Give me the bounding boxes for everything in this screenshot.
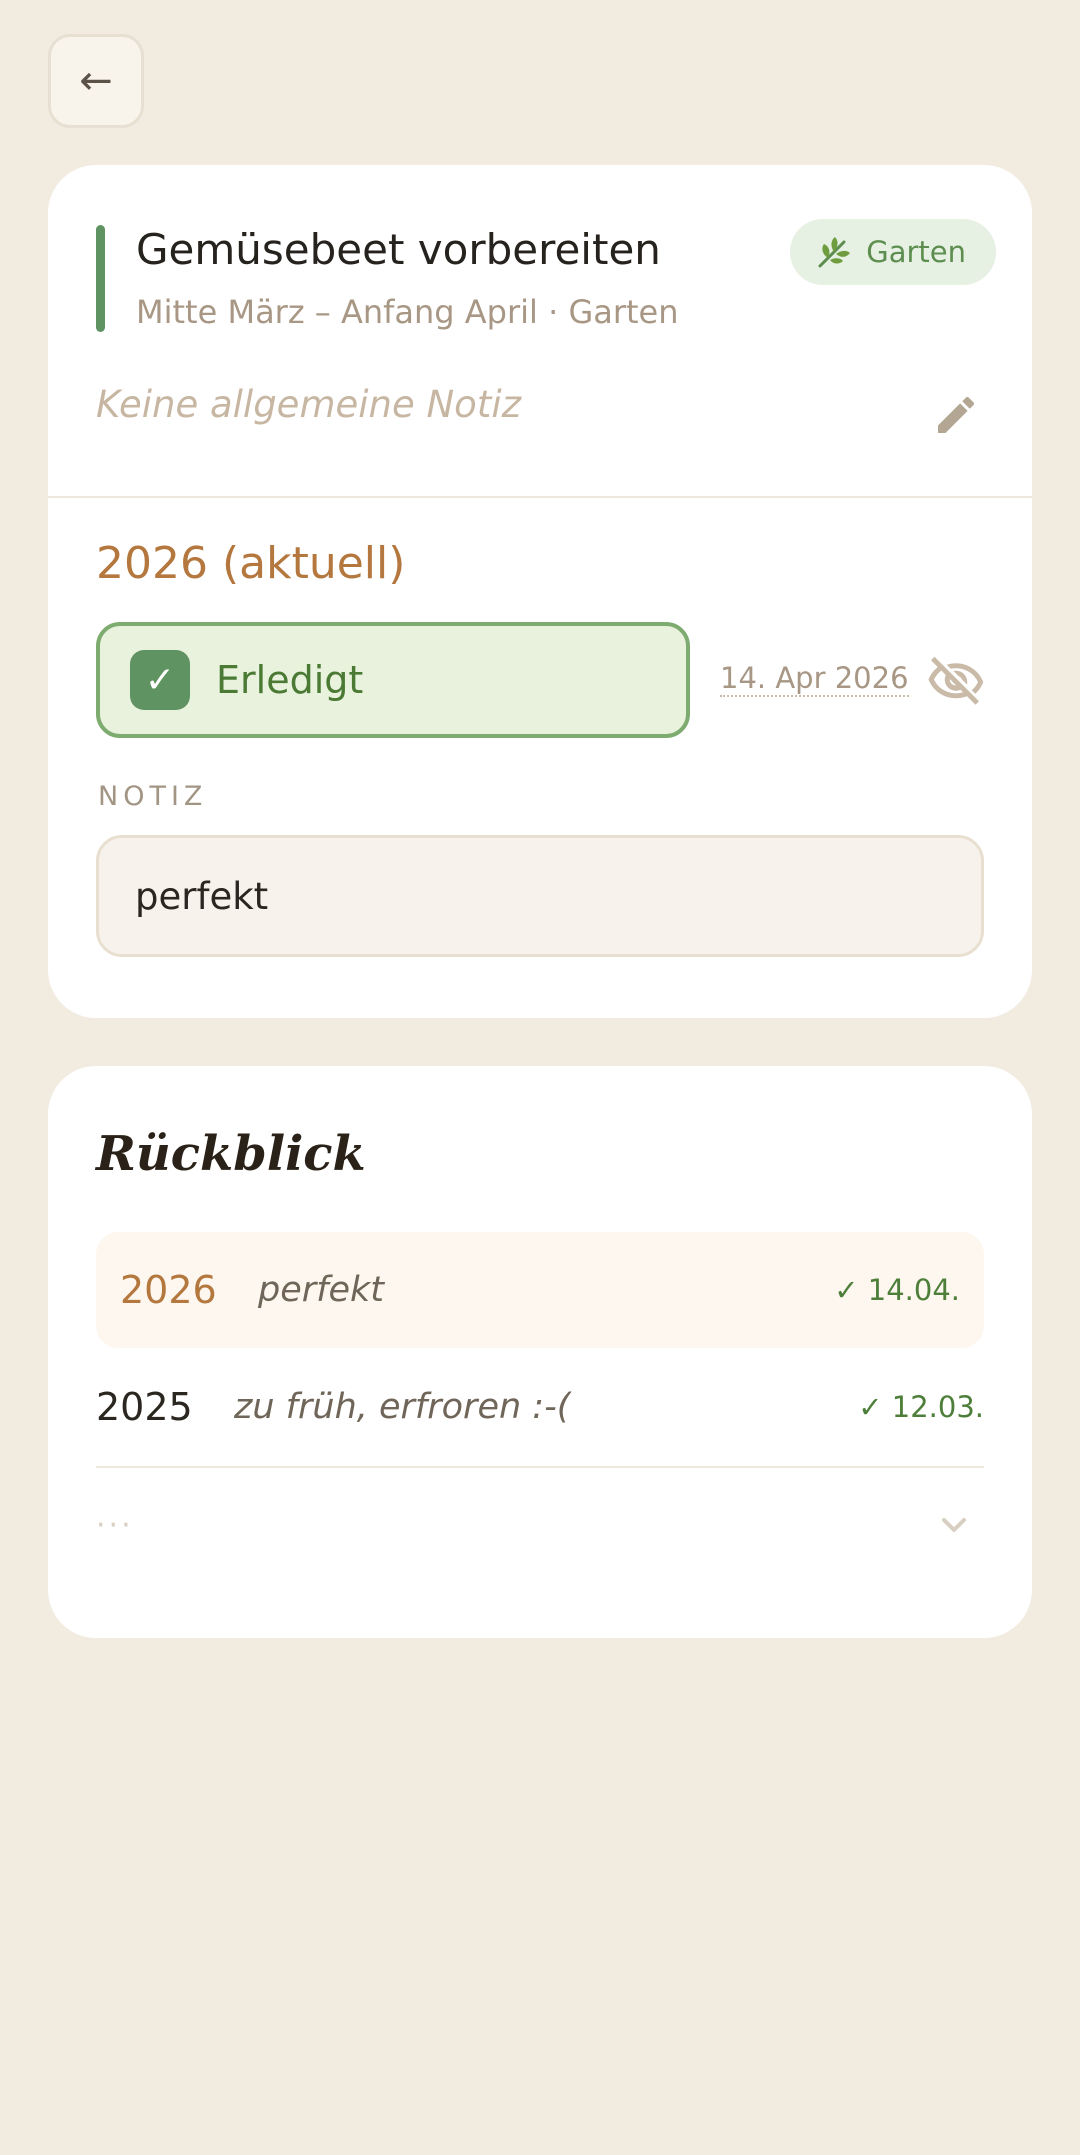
review-row-2025[interactable]: 2025 zu früh, erfroren :-( ✓ 12.03.	[96, 1349, 984, 1465]
task-subtitle: Mitte März – Anfang April · Garten	[136, 293, 679, 331]
task-detail-screen: ← Gemüsebeet vorbereiten Mitte März – An…	[0, 0, 1080, 2155]
review-divider	[96, 1466, 984, 1468]
more-dots: ···	[96, 1507, 134, 1543]
section-divider	[48, 496, 1032, 498]
task-card: Gemüsebeet vorbereiten Mitte März – Anfa…	[48, 165, 1032, 1018]
review-row-2026[interactable]: 2026 perfekt ✓ 14.04.	[96, 1232, 984, 1348]
review-date: ✓ 12.03.	[858, 1390, 984, 1424]
review-year: 2025	[96, 1385, 193, 1429]
chevron-down-icon[interactable]	[934, 1505, 974, 1545]
note-label: NOTIZ	[98, 781, 208, 812]
review-note: zu früh, erfroren :-(	[234, 1387, 571, 1427]
category-chip[interactable]: Garten	[790, 219, 996, 285]
note-input[interactable]	[96, 835, 984, 957]
review-title: Rückblick	[96, 1126, 366, 1182]
review-note: perfekt	[258, 1270, 384, 1310]
task-accent-bar	[96, 225, 105, 332]
review-card: Rückblick 2026 perfekt ✓ 14.04. 2025 zu …	[48, 1066, 1032, 1638]
review-date: ✓ 14.04.	[834, 1273, 960, 1307]
show-more-row[interactable]: ···	[96, 1490, 984, 1560]
current-year-heading: 2026 (aktuell)	[96, 538, 406, 589]
done-toggle[interactable]: ✓ Erledigt	[96, 622, 690, 738]
task-title: Gemüsebeet vorbereiten	[136, 225, 661, 274]
review-year: 2026	[120, 1268, 217, 1312]
eye-off-icon[interactable]	[926, 652, 986, 712]
done-label: Erledigt	[216, 658, 364, 702]
category-label: Garten	[866, 235, 966, 269]
pencil-icon[interactable]	[932, 391, 980, 439]
general-note-placeholder[interactable]: Keine allgemeine Notiz	[96, 383, 521, 426]
checkbox-checked-icon: ✓	[130, 650, 190, 710]
completed-date[interactable]: 14. Apr 2026	[720, 662, 909, 697]
back-arrow-icon: ←	[79, 58, 113, 104]
back-button[interactable]: ←	[48, 34, 144, 128]
leaf-icon	[818, 237, 851, 268]
